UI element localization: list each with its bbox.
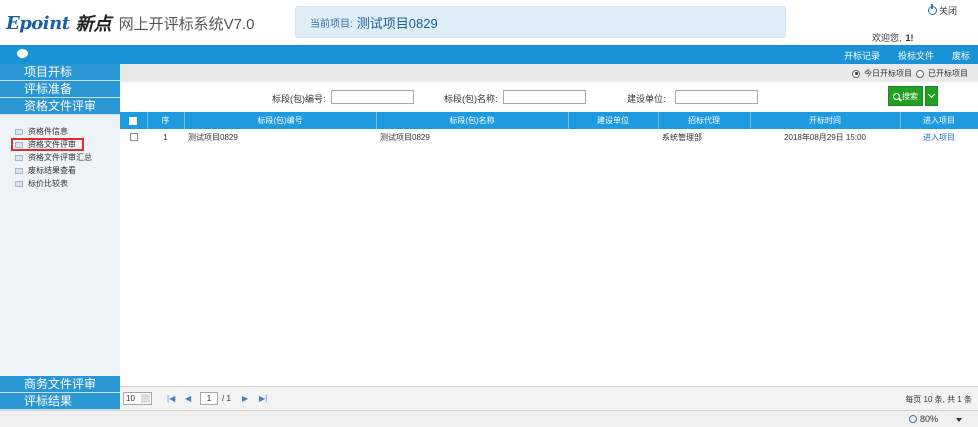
column-header-code: 标段(包)编号 [184, 112, 377, 129]
radio-opened-label: 已开标项目 [928, 69, 968, 78]
select-all-cell [120, 112, 148, 129]
sidebar-item-label: 废标结果查看 [28, 166, 76, 175]
column-header-name: 标段(包)名称 [376, 112, 569, 129]
prev-page-icon[interactable]: ◀ [185, 394, 191, 403]
document-icon [15, 167, 23, 174]
app-logo: Epoint 新点 网上开评标系统V7.0 [6, 9, 254, 37]
selection-highlight [11, 138, 84, 151]
row-time: 2018年08月29日 15:00 [784, 132, 866, 142]
row-index: 1 [163, 132, 168, 142]
field-unit-label: 建设单位: [627, 94, 666, 104]
radio-today-label: 今日开标项目 [864, 69, 912, 78]
search-form: 标段(包)编号: 标段(包)名称: 建设单位: 搜索 [120, 82, 978, 112]
next-page-icon[interactable]: ▶ [242, 394, 248, 403]
row-name: 测试项目0829 [380, 132, 430, 142]
system-title: 网上开评标系统V7.0 [118, 15, 255, 33]
top-nav-bar: 开标记录 投标文件 废标 [0, 45, 978, 64]
radio-opened[interactable] [916, 69, 924, 78]
power-icon [928, 4, 937, 15]
sidebar-section-qualification[interactable]: 资格文件评审 [0, 98, 120, 115]
sidebar-section-result[interactable]: 评标结果 [0, 393, 120, 410]
row-checkbox[interactable] [129, 133, 138, 142]
top-nav-links: 开标记录 投标文件 废标 [844, 49, 970, 62]
browser-status-bar: 80% [0, 410, 978, 427]
sidebar-section-preparation[interactable]: 评标准备 [0, 81, 120, 98]
nav-link-bid-record[interactable]: 开标记录 [844, 49, 880, 62]
column-header-unit: 建设单位 [568, 112, 659, 129]
zoom-control[interactable]: 80% [909, 414, 938, 424]
total-pages: / 1 [222, 394, 231, 403]
row-agent: 系统管理部 [662, 132, 702, 142]
field-name-input[interactable] [503, 90, 586, 104]
sidebar-item-label: 资格件信息 [28, 127, 68, 136]
table-row: 1 测试项目0829 测试项目0829 系统管理部 2018年08月29日 15… [120, 129, 978, 145]
pagination-info: 每页 10 条, 共 1 条 [905, 395, 972, 404]
sidebar-item-qual-review[interactable]: 资格文件评审 [0, 138, 120, 151]
column-header-index: 序 [147, 112, 185, 129]
welcome-label: 欢迎您, [872, 33, 902, 43]
sidebar-item-label: 资格文件评审汇总 [28, 153, 92, 162]
row-code: 测试项目0829 [188, 132, 238, 142]
column-header-agent: 招标代理 [658, 112, 751, 129]
row-unit [568, 129, 658, 145]
user-name: 1! [905, 33, 914, 43]
close-button[interactable]: 关闭 [928, 4, 957, 17]
field-code-input[interactable] [331, 90, 414, 104]
radio-today[interactable] [852, 69, 860, 78]
welcome-text: 欢迎您, 1! [872, 31, 914, 44]
zoom-level: 80% [920, 414, 939, 424]
zoom-icon [909, 415, 917, 423]
project-name: 测试项目0829 [356, 15, 438, 31]
column-header-time: 开标时间 [750, 112, 901, 129]
sidebar-section-business[interactable]: 商务文件评审 [0, 376, 120, 393]
document-icon [15, 180, 23, 187]
current-page-input[interactable]: 1 [200, 392, 218, 405]
sidebar-item-qual-info[interactable]: 资格件信息 [0, 125, 120, 138]
last-page-icon[interactable]: ▶| [259, 394, 267, 403]
row-action-cell: 进入项目 [900, 129, 978, 145]
project-label: 当前项目: [310, 18, 353, 30]
main-content: 今日开标项目 已开标项目 标段(包)编号: 标段(包)名称: 建设单位: 搜索 [120, 64, 978, 410]
page-size-select[interactable]: 10 [123, 392, 152, 405]
search-button[interactable]: 搜索 [888, 86, 923, 106]
filter-toolbar: 今日开标项目 已开标项目 [120, 64, 978, 82]
nav-link-bid-files[interactable]: 投标文件 [898, 49, 934, 62]
field-name-label: 标段(包)名称: [444, 94, 498, 104]
project-filter-radios: 今日开标项目 已开标项目 [852, 68, 968, 79]
app-header: Epoint 新点 网上开评标系统V7.0 当前项目: 测试项目0829 关闭 … [0, 0, 978, 45]
sidebar-item-invalid-result[interactable]: 废标结果查看 [0, 164, 120, 177]
sidebar-section-opening[interactable]: 项目开标 [0, 64, 120, 81]
document-icon [15, 154, 23, 161]
sidebar-item-qual-summary[interactable]: 资格文件评审汇总 [0, 151, 120, 164]
sidebar-item-list: 资格件信息 资格文件评审 资格文件评审汇总 废标结果查看 标价比较表 [0, 115, 120, 190]
sidebar-bottom-sections: 商务文件评审 评标结果 [0, 376, 120, 410]
sidebar-item-label: 标价比较表 [28, 179, 68, 188]
first-page-icon[interactable]: |◀ [167, 394, 175, 403]
logo-cn-text: 新点 [75, 14, 112, 35]
sidebar: 项目开标 评标准备 资格文件评审 资格件信息 资格文件评审 资格文件评审汇总 废… [0, 64, 120, 410]
document-icon [15, 128, 23, 135]
search-label: 搜索 [902, 91, 918, 101]
column-header-action: 进入项目 [900, 112, 978, 129]
row-select-cell [120, 129, 147, 145]
current-project-bar: 当前项目: 测试项目0829 [295, 6, 786, 38]
enter-project-link[interactable]: 进入项目 [923, 133, 955, 142]
logo-text: Epoint [6, 12, 70, 34]
pagination-bar: 10 |◀ ◀ 1 / 1 ▶ ▶| 每页 10 条, 共 1 条 [120, 386, 978, 410]
chevron-down-icon [927, 90, 936, 99]
chat-icon[interactable] [17, 49, 28, 59]
select-all-checkbox[interactable] [129, 116, 138, 125]
table-header-row: 序 标段(包)编号 标段(包)名称 建设单位 招标代理 开标时间 进入项目 [120, 112, 978, 129]
field-unit-input[interactable] [675, 90, 758, 104]
nav-link-invalid-bid[interactable]: 废标 [952, 49, 970, 62]
sidebar-item-price-compare[interactable]: 标价比较表 [0, 177, 120, 190]
search-dropdown-button[interactable] [925, 86, 938, 106]
zoom-dropdown-icon[interactable] [956, 418, 962, 422]
field-code-label: 标段(包)编号: [272, 94, 326, 104]
search-icon [893, 92, 900, 100]
close-label: 关闭 [939, 6, 958, 16]
project-table: 序 标段(包)编号 标段(包)名称 建设单位 招标代理 开标时间 进入项目 1 … [120, 112, 978, 145]
